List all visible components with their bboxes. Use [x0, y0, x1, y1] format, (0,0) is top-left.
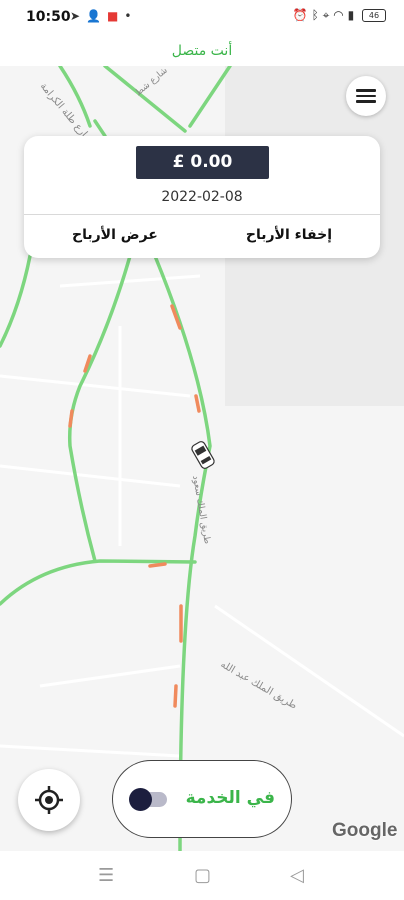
- hide-earnings-button[interactable]: إخفاء الأرباح: [246, 227, 332, 243]
- person-add-icon: 👤: [86, 9, 108, 23]
- connection-status: أنت متصل: [0, 36, 404, 66]
- alarm-icon: ⏰: [292, 8, 308, 22]
- earnings-card: £ 0.00 2022-02-08 إخفاء الأرباح عرض الأر…: [24, 136, 380, 258]
- hamburger-icon: [356, 86, 376, 106]
- status-time: 10:50: [26, 9, 71, 25]
- battery-icon: 46: [362, 9, 386, 22]
- back-icon[interactable]: ◁: [290, 865, 304, 886]
- telegram-icon: ➤: [70, 9, 87, 23]
- service-toggle[interactable]: في الخدمة: [112, 760, 292, 838]
- wifi-icon: ◠: [333, 8, 344, 22]
- menu-button[interactable]: [346, 76, 386, 116]
- location-icon: ⌖: [322, 8, 330, 22]
- switch-knob[interactable]: [129, 788, 152, 811]
- my-location-button[interactable]: [18, 769, 80, 831]
- status-left-icons: ➤👤■•: [70, 9, 137, 23]
- show-earnings-button[interactable]: عرض الأرباح: [72, 227, 158, 243]
- earnings-amount: £ 0.00: [136, 146, 269, 179]
- dot-icon: •: [124, 9, 138, 23]
- service-label: في الخدمة: [185, 788, 275, 808]
- bluetooth-icon: ᛒ: [311, 8, 319, 22]
- system-nav-bar: ☰ ▢ ◁: [0, 851, 404, 900]
- crosshair-icon: [35, 786, 63, 814]
- google-logo: Google: [332, 820, 398, 841]
- status-right-icons: ⏰ ᛒ ⌖ ◠ ▮ 46: [293, 8, 386, 23]
- earnings-date: 2022-02-08: [161, 189, 243, 205]
- divider: [24, 214, 380, 215]
- recent-apps-icon[interactable]: ☰: [98, 865, 114, 886]
- home-icon[interactable]: ▢: [194, 865, 211, 886]
- screen-record-icon: ■: [107, 9, 125, 23]
- status-bar: 10:50 ➤👤■• ⏰ ᛒ ⌖ ◠ ▮ 46: [0, 0, 404, 36]
- signal-icon: ▮: [347, 8, 355, 22]
